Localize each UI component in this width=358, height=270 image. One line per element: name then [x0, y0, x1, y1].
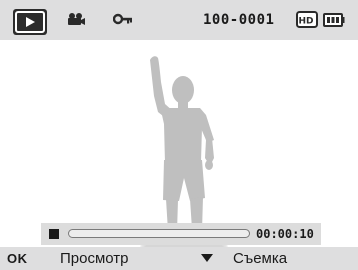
key-icon	[113, 13, 132, 25]
child-silhouette	[150, 56, 214, 247]
progress-bar[interactable]	[68, 229, 250, 238]
photo-preview	[0, 40, 358, 247]
shoot-label: Съемка	[233, 250, 288, 267]
ok-button[interactable]: OK	[7, 250, 28, 267]
hd-icon: HD	[296, 11, 318, 28]
child-silhouette-image	[140, 56, 228, 247]
battery-icon	[323, 13, 345, 27]
play-icon	[15, 11, 45, 33]
bottom-bar: OK Просмотр Съемка	[0, 247, 358, 270]
time-code: 00:00:10	[256, 227, 314, 241]
movie-camera-icon	[68, 13, 85, 25]
down-arrow-icon[interactable]	[192, 251, 222, 266]
playback-screen: 100-0001 HD 00:00:10 OK Просмотр Съемка	[0, 0, 358, 270]
play-mode-button[interactable]	[13, 9, 47, 35]
stop-icon[interactable]	[49, 229, 59, 239]
status-bar: 100-0001 HD	[0, 0, 358, 40]
view-label: Просмотр	[60, 250, 129, 267]
hd-label: HD	[298, 17, 313, 27]
file-number: 100-0001	[203, 12, 275, 28]
video-progress-panel: 00:00:10	[41, 223, 321, 245]
